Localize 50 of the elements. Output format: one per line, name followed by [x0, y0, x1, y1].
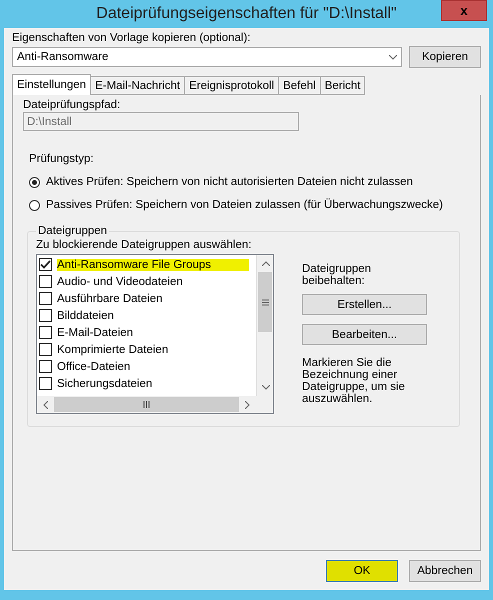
chevron-down-icon	[389, 54, 397, 60]
tab[interactable]: Ereignisprotokoll	[184, 76, 280, 95]
checkbox[interactable]	[39, 275, 52, 288]
checkbox[interactable]	[39, 360, 52, 373]
file-group-label[interactable]: Office-Dateien	[57, 360, 130, 372]
window-title: Dateiprüfungseigenschaften für "D:\Install"	[96, 5, 397, 23]
template-label: Eigenschaften von Vorlage kopieren (optional):	[12, 32, 252, 44]
chevron-right-icon	[245, 400, 250, 408]
radio-label[interactable]: Aktives Prüfen: Speichern von nicht autorisierten Dateien nicht zulassen	[46, 176, 413, 188]
chevron-down-icon	[262, 385, 270, 390]
tab[interactable]: Befehl	[278, 76, 321, 95]
checkbox[interactable]	[39, 258, 52, 271]
checkbox[interactable]	[39, 292, 52, 305]
radio-button[interactable]	[29, 200, 40, 210]
ok-button[interactable]: OK	[326, 560, 398, 582]
file-group-label[interactable]: Sicherungsdateien	[57, 378, 152, 390]
manage-label: Dateigruppen beibehalten:	[302, 263, 372, 287]
close-button[interactable]: x	[441, 0, 487, 21]
tab[interactable]: Bericht	[320, 76, 366, 95]
file-group-label[interactable]: Komprimierte Dateien	[57, 344, 168, 356]
path-label: Dateiprüfungspfad:	[23, 99, 122, 111]
tab[interactable]: Einstellungen	[12, 74, 92, 95]
create-button[interactable]: Erstellen...	[302, 294, 427, 315]
template-dropdown[interactable]: Anti-Ransomware	[12, 47, 402, 67]
checkbox[interactable]	[39, 326, 52, 339]
hint-text: Markieren Sie die Bezeichnung einer Dateigruppe, um sie auszuwählen.	[302, 357, 406, 405]
screening-type-label: Prüfungstyp:	[29, 153, 95, 165]
grip-icon	[262, 298, 268, 306]
tab[interactable]: E-Mail-Nachricht	[90, 76, 186, 95]
file-group-label[interactable]: E-Mail-Dateien	[57, 326, 134, 338]
horizontal-scrollbar[interactable]	[37, 396, 256, 413]
checkbox[interactable]	[39, 343, 52, 356]
groupbox-title: Dateigruppen	[37, 225, 108, 237]
cancel-button[interactable]: Abbrechen	[409, 560, 481, 582]
list-label: Zu blockierende Dateigruppen auswählen:	[36, 239, 252, 251]
file-group-label[interactable]: Bilddateien	[57, 310, 114, 322]
chevron-up-icon	[262, 261, 270, 266]
copy-button[interactable]: Kopieren	[409, 46, 481, 68]
edit-button[interactable]: Bearbeiten...	[302, 324, 427, 345]
file-group-label[interactable]: Ausführbare Dateien	[57, 292, 162, 304]
radio-label[interactable]: Passives Prüfen: Speichern von Dateien zulassen (für Überwachungszwecke)	[46, 199, 443, 211]
vertical-scrollbar[interactable]	[256, 255, 273, 396]
file-group-label[interactable]: Anti-Ransomware File Groups	[57, 258, 250, 270]
radio-button[interactable]	[29, 176, 40, 188]
grip-icon	[143, 401, 150, 408]
checkbox[interactable]	[39, 309, 52, 322]
file-group-label[interactable]: Audio- und Videodateien	[57, 276, 183, 288]
chevron-left-icon	[43, 400, 48, 408]
checkbox[interactable]	[39, 377, 52, 390]
file-group-list[interactable]: Anti-Ransomware File Groups Audio- und Videodateien Ausführbare Dateien Bilddateien E-Mail-Dateien Komprimierte Dateien Office-Dateien Sicherungsdateien	[36, 254, 274, 414]
